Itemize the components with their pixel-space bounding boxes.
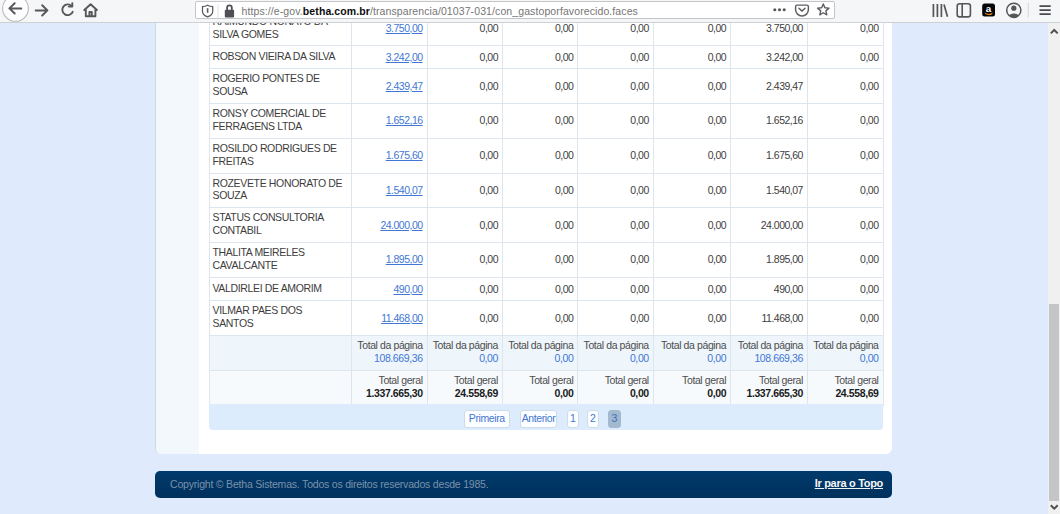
svg-text:a: a [986, 3, 992, 14]
